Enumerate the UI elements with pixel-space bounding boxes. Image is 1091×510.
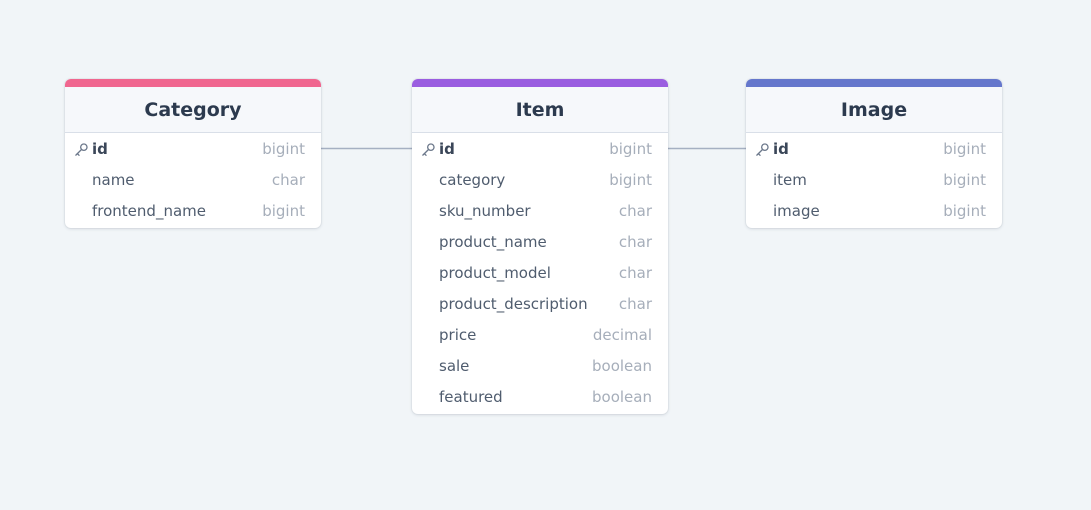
field-name: product_name bbox=[439, 232, 547, 251]
field-row[interactable]: sku_number char bbox=[412, 195, 668, 226]
key-icon bbox=[756, 143, 769, 156]
field-name: product_model bbox=[439, 263, 551, 282]
field-name: id bbox=[92, 139, 108, 158]
field-type: char bbox=[618, 232, 652, 251]
field-type: char bbox=[271, 170, 305, 189]
field-row[interactable]: featured boolean bbox=[412, 381, 668, 412]
field-name: item bbox=[773, 170, 807, 189]
field-name: category bbox=[439, 170, 506, 189]
field-name: frontend_name bbox=[92, 201, 206, 220]
field-name: product_description bbox=[439, 294, 588, 313]
field-row[interactable]: id bigint bbox=[746, 133, 1002, 164]
field-type: bigint bbox=[609, 170, 652, 189]
field-row[interactable]: product_name char bbox=[412, 226, 668, 257]
table-title[interactable]: Item bbox=[412, 87, 668, 133]
field-row[interactable]: product_model char bbox=[412, 257, 668, 288]
field-row[interactable]: product_description char bbox=[412, 288, 668, 319]
field-type: boolean bbox=[592, 356, 652, 375]
table-accent-bar bbox=[746, 79, 1002, 87]
table-image[interactable]: Image id bigint item bigint image bigint bbox=[746, 79, 1002, 228]
field-name: featured bbox=[439, 387, 503, 406]
field-type: bigint bbox=[943, 170, 986, 189]
field-name: sku_number bbox=[439, 201, 531, 220]
field-type: bigint bbox=[262, 139, 305, 158]
field-row[interactable]: id bigint bbox=[412, 133, 668, 164]
field-list: id bigint item bigint image bigint bbox=[746, 133, 1002, 228]
field-name: id bbox=[773, 139, 789, 158]
field-type: decimal bbox=[592, 325, 652, 344]
field-name: image bbox=[773, 201, 820, 220]
field-row[interactable]: image bigint bbox=[746, 195, 1002, 226]
field-name: price bbox=[439, 325, 477, 344]
field-type: char bbox=[618, 263, 652, 282]
field-row[interactable]: id bigint bbox=[65, 133, 321, 164]
field-type: bigint bbox=[943, 201, 986, 220]
table-item[interactable]: Item id bigint category bigint sku_numbe… bbox=[412, 79, 668, 414]
field-name: name bbox=[92, 170, 135, 189]
field-row[interactable]: frontend_name bigint bbox=[65, 195, 321, 226]
field-type: bigint bbox=[609, 139, 652, 158]
field-row[interactable]: name char bbox=[65, 164, 321, 195]
field-type: char bbox=[618, 201, 652, 220]
table-category[interactable]: Category id bigint name char frontend_na… bbox=[65, 79, 321, 228]
table-title[interactable]: Image bbox=[746, 87, 1002, 133]
table-accent-bar bbox=[65, 79, 321, 87]
key-icon bbox=[422, 143, 435, 156]
field-type: bigint bbox=[262, 201, 305, 220]
field-name: id bbox=[439, 139, 455, 158]
field-type: boolean bbox=[592, 387, 652, 406]
key-icon bbox=[75, 143, 88, 156]
field-row[interactable]: price decimal bbox=[412, 319, 668, 350]
field-row[interactable]: sale boolean bbox=[412, 350, 668, 381]
field-list: id bigint name char frontend_name bigint bbox=[65, 133, 321, 228]
field-list: id bigint category bigint sku_number cha… bbox=[412, 133, 668, 414]
field-row[interactable]: category bigint bbox=[412, 164, 668, 195]
field-type: char bbox=[618, 294, 652, 313]
table-accent-bar bbox=[412, 79, 668, 87]
table-title[interactable]: Category bbox=[65, 87, 321, 133]
field-type: bigint bbox=[943, 139, 986, 158]
field-row[interactable]: item bigint bbox=[746, 164, 1002, 195]
field-name: sale bbox=[439, 356, 470, 375]
